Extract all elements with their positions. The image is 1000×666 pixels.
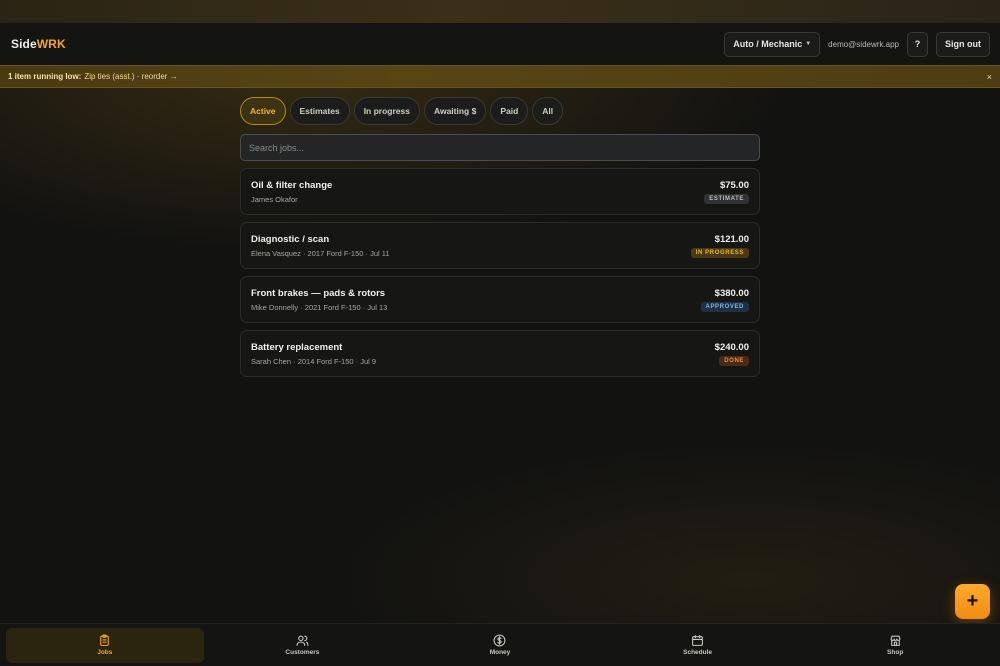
job-price: $380.00 <box>714 287 749 299</box>
job-meta: $380.00 APPROVED <box>700 287 749 312</box>
tab-estimates[interactable]: Estimates <box>289 97 350 125</box>
filter-tabs: Active Estimates In progress Awaiting $ … <box>240 97 760 125</box>
tab-all[interactable]: All <box>532 97 564 125</box>
app-header: SideWRK Auto / Mechanic ▼ demo@sidewrk.a… <box>0 23 1000 65</box>
close-icon[interactable]: × <box>987 72 992 82</box>
tab-in-progress[interactable]: In progress <box>353 97 420 125</box>
job-info: Front brakes — pads & rotors Mike Donnel… <box>251 288 387 312</box>
users-icon <box>296 635 309 646</box>
job-title: Battery replacement <box>251 341 343 353</box>
job-title: Front brakes — pads & rotors <box>251 287 386 299</box>
tab-active[interactable]: Active <box>240 97 286 125</box>
job-subtitle: Elena Vasquez · 2017 Ford F-150 · Jul 11 <box>251 248 390 258</box>
bottom-nav: Jobs Customers Money Schedule Shop <box>0 623 1000 666</box>
tab-paid[interactable]: Paid <box>490 97 529 125</box>
tab-label: In progress <box>363 106 410 116</box>
add-job-button[interactable]: + <box>955 584 990 619</box>
help-label: ? <box>914 39 921 49</box>
job-meta: $240.00 DONE <box>715 342 749 366</box>
job-title: Diagnostic / scan <box>251 233 330 245</box>
user-email: demo@sidewrk.app <box>828 39 899 49</box>
job-subtitle: Mike Donnelly · 2021 Ford F-150 · Jul 13 <box>251 302 388 312</box>
trade-selector-label: Auto / Mechanic <box>733 39 803 49</box>
nav-item-schedule[interactable]: Schedule <box>599 628 797 663</box>
job-subtitle: James Okafor <box>251 194 298 204</box>
nav-item-label: Jobs <box>97 649 113 656</box>
nav-item-label: Schedule <box>683 649 713 656</box>
help-button[interactable]: ? <box>907 31 928 57</box>
job-price: $121.00 <box>714 233 749 245</box>
nav-item-jobs[interactable]: Jobs <box>6 627 204 663</box>
job-title: Oil & filter change <box>251 179 333 191</box>
low-stock-alert: 1 item running low: Zip ties (asst.) · r… <box>0 65 1000 88</box>
header-actions: Auto / Mechanic ▼ demo@sidewrk.app ? Sig… <box>724 31 990 57</box>
nav-item-label: Shop <box>887 649 904 656</box>
storefront-icon <box>890 635 901 646</box>
job-price: $75.00 <box>719 179 749 191</box>
job-info: Battery replacement Sarah Chen · 2014 Fo… <box>251 342 376 366</box>
calendar-icon <box>692 635 703 646</box>
trade-selector-button[interactable]: Auto / Mechanic ▼ <box>724 31 821 57</box>
top-strip <box>0 0 1000 23</box>
job-card[interactable]: Diagnostic / scan Elena Vasquez · 2017 F… <box>240 222 760 269</box>
brand-part-2: WRK <box>36 37 66 51</box>
nav-item-shop[interactable]: Shop <box>796 628 994 663</box>
plus-icon: + <box>966 590 979 612</box>
nav-item-label: Money <box>489 649 511 656</box>
job-price: $240.00 <box>714 341 749 353</box>
status-badge: ESTIMATE <box>704 193 749 204</box>
alert-reorder-link[interactable]: Zip ties (asst.) · reorder → <box>84 72 177 81</box>
app-page: SideWRK Auto / Mechanic ▼ demo@sidewrk.a… <box>0 0 1000 666</box>
tab-awaiting-payment[interactable]: Awaiting $ <box>423 97 487 125</box>
job-subtitle: Sarah Chen · 2014 Ford F-150 · Jul 9 <box>251 356 377 366</box>
job-info: Oil & filter change James Okafor <box>251 180 332 204</box>
brand-part-1: Side <box>11 37 37 51</box>
status-badge: IN PROGRESS <box>690 247 749 258</box>
caret-down-icon: ▼ <box>805 41 812 47</box>
job-meta: $121.00 IN PROGRESS <box>690 233 749 258</box>
tab-label: Active <box>250 106 276 116</box>
sign-out-label: Sign out <box>945 39 981 49</box>
job-card[interactable]: Front brakes — pads & rotors Mike Donnel… <box>240 276 760 323</box>
nav-item-label: Customers <box>285 649 320 656</box>
job-meta: $75.00 ESTIMATE <box>704 180 749 204</box>
status-badge: APPROVED <box>700 301 749 312</box>
status-badge: DONE <box>719 355 749 366</box>
nav-item-customers[interactable]: Customers <box>204 628 402 663</box>
tab-label: Awaiting $ <box>433 106 477 116</box>
tab-label: Paid <box>500 106 519 116</box>
nav-item-money[interactable]: Money <box>401 628 599 663</box>
alert-strong-text: 1 item running low: <box>8 72 82 81</box>
job-list: Oil & filter change James Okafor $75.00 … <box>240 168 760 377</box>
jobs-content: Active Estimates In progress Awaiting $ … <box>240 97 760 377</box>
job-card[interactable]: Battery replacement Sarah Chen · 2014 Fo… <box>240 330 760 377</box>
job-info: Diagnostic / scan Elena Vasquez · 2017 F… <box>251 234 390 258</box>
search-input[interactable] <box>240 134 760 161</box>
tab-label: All <box>542 106 554 116</box>
sign-out-button[interactable]: Sign out <box>936 31 990 57</box>
brand-logo[interactable]: SideWRK <box>11 37 66 51</box>
tab-label: Estimates <box>299 106 340 116</box>
dollar-circle-icon <box>494 634 506 647</box>
clipboard-icon <box>100 634 110 646</box>
job-card[interactable]: Oil & filter change James Okafor $75.00 … <box>240 168 760 215</box>
